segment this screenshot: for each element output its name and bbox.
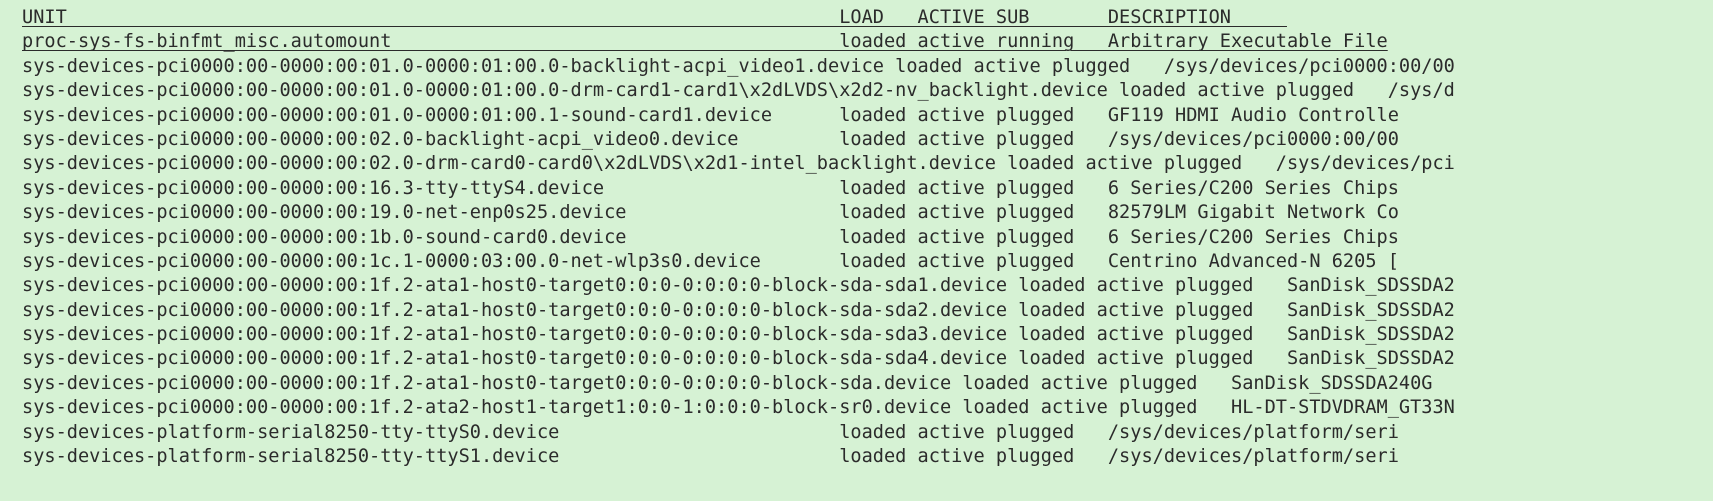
unit-row[interactable]: sys-devices-platform-serial8250-tty-ttyS… bbox=[0, 421, 1713, 445]
unit-row[interactable]: sys-devices-pci0000:00-0000:00:1f.2-ata1… bbox=[0, 323, 1713, 347]
unit-row[interactable]: sys-devices-pci0000:00-0000:00:02.0-drm-… bbox=[0, 152, 1713, 176]
unit-row[interactable]: sys-devices-pci0000:00-0000:00:02.0-back… bbox=[0, 128, 1713, 152]
column-header-row: UNIT LOAD ACTIVE SUB DESCRIPTION bbox=[22, 7, 1287, 28]
unit-row[interactable]: sys-devices-pci0000:00-0000:00:1f.2-ata1… bbox=[0, 299, 1713, 323]
unit-row[interactable]: sys-devices-platform-serial8250-tty-ttyS… bbox=[0, 445, 1713, 469]
terminal-output[interactable]: UNIT LOAD ACTIVE SUB DESCRIPTION proc-sy… bbox=[0, 0, 1713, 501]
unit-row[interactable]: sys-devices-pci0000:00-0000:00:19.0-net-… bbox=[0, 201, 1713, 225]
unit-row-selected[interactable]: proc-sys-fs-binfmt_misc.automount loaded… bbox=[0, 30, 1713, 54]
unit-row[interactable]: sys-devices-pci0000:00-0000:00:1b.0-soun… bbox=[0, 226, 1713, 250]
unit-row[interactable]: sys-devices-pci0000:00-0000:00:1f.2-ata1… bbox=[0, 372, 1713, 396]
unit-row[interactable]: sys-devices-pci0000:00-0000:00:1f.2-ata1… bbox=[0, 274, 1713, 298]
unit-row[interactable]: sys-devices-pci0000:00-0000:00:16.3-tty-… bbox=[0, 177, 1713, 201]
unit-row[interactable]: sys-devices-pci0000:00-0000:00:1f.2-ata2… bbox=[0, 396, 1713, 420]
unit-row[interactable]: sys-devices-pci0000:00-0000:00:01.0-0000… bbox=[0, 104, 1713, 128]
unit-row[interactable]: sys-devices-pci0000:00-0000:00:1c.1-0000… bbox=[0, 250, 1713, 274]
unit-row[interactable]: sys-devices-pci0000:00-0000:00:1f.2-ata1… bbox=[0, 347, 1713, 371]
unit-row[interactable]: sys-devices-pci0000:00-0000:00:01.0-0000… bbox=[0, 55, 1713, 79]
unit-row[interactable]: sys-devices-pci0000:00-0000:00:01.0-0000… bbox=[0, 79, 1713, 103]
